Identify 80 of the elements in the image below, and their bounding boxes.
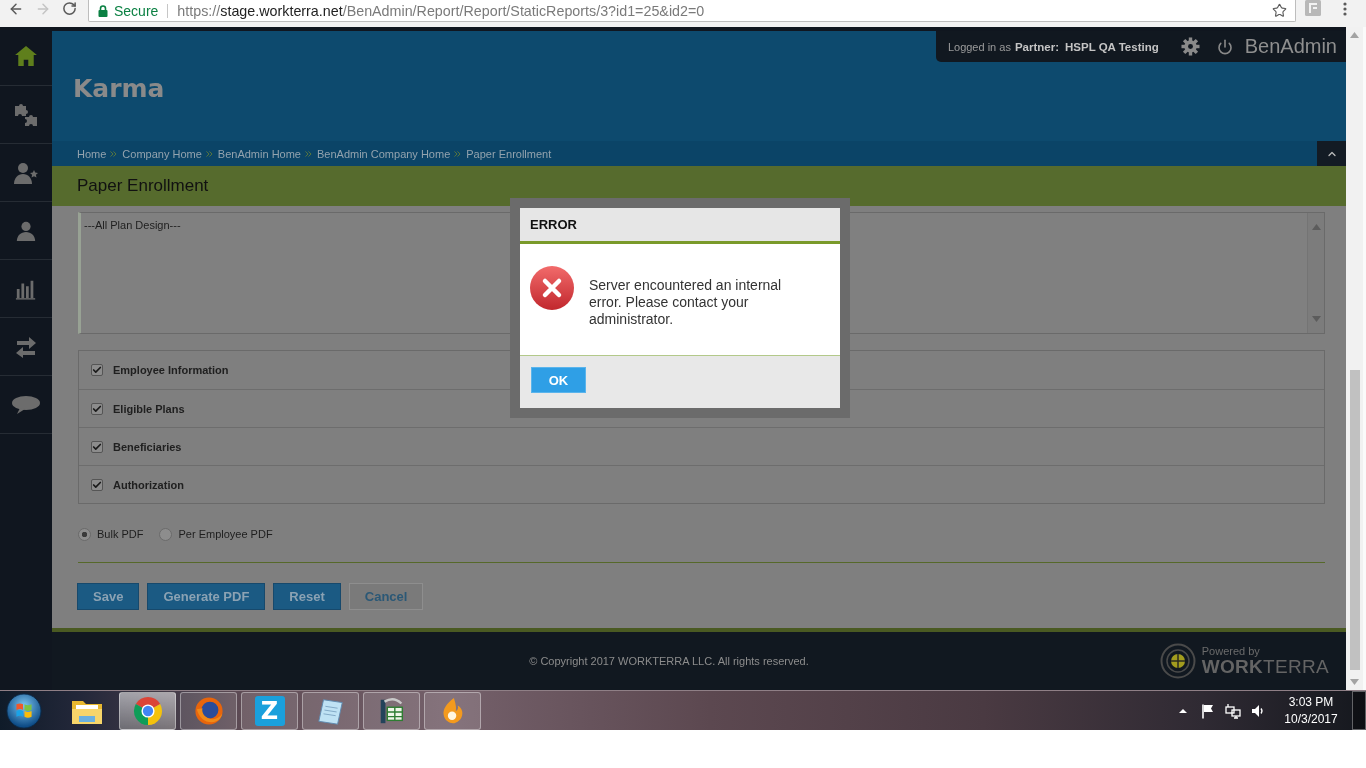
powered-by-label: Powered by	[1201, 646, 1261, 657]
reload-button[interactable]	[62, 1, 78, 17]
puzzle-icon	[13, 102, 39, 127]
scroll-up-icon	[1350, 32, 1359, 38]
speech-bubble-icon	[11, 394, 41, 415]
back-arrow-icon	[8, 1, 24, 17]
checkbox[interactable]	[91, 364, 103, 376]
login-prefix: Logged in as	[947, 40, 1011, 53]
start-button[interactable]	[4, 691, 44, 730]
double-chevron-icon	[205, 151, 213, 157]
breadcrumb-link[interactable]: Paper Enrollment	[466, 147, 552, 160]
page-title: Paper Enrollment	[77, 176, 209, 196]
brand-wordmark: WORKTERRA	[1201, 657, 1329, 676]
scroll-down-icon	[1311, 316, 1321, 322]
list-option[interactable]: ---All Plan Design---	[84, 219, 181, 231]
ok-button[interactable]: OK	[531, 367, 586, 393]
dialog-title: ERROR	[530, 217, 577, 232]
flag-icon[interactable]	[1200, 702, 1216, 719]
radio-label: Per Employee PDF	[178, 528, 273, 540]
taskbar-button[interactable]: Z	[241, 691, 298, 730]
swap-arrows-icon	[14, 335, 38, 358]
list-scrollbar[interactable]	[1307, 213, 1324, 333]
site-logo: Karma	[73, 73, 165, 105]
error-icon	[530, 266, 574, 310]
checkbox[interactable]	[91, 440, 103, 453]
section-label: Authorization	[113, 478, 184, 491]
target-ring-logo-icon	[1159, 643, 1196, 679]
checkbox[interactable]	[91, 478, 103, 491]
taskbar-button[interactable]	[119, 691, 176, 730]
fox-globe-icon	[193, 695, 224, 726]
checkbox[interactable]	[91, 402, 103, 415]
action-button[interactable]: Generate PDF	[147, 583, 266, 610]
user-name: HSPL QA Testing	[1065, 40, 1159, 53]
back-button[interactable]	[8, 1, 24, 17]
power-icon[interactable]	[1216, 38, 1233, 55]
url-text: https://stage.workterra.net/BenAdmin/Report/Report/StaticReports/3?id1=25&id2=0	[177, 2, 705, 19]
bookmark-star-icon[interactable]	[1272, 3, 1287, 18]
lock-icon	[98, 4, 108, 17]
color-wheel-icon	[132, 695, 163, 726]
double-chevron-icon	[110, 151, 118, 157]
action-button[interactable]: Reset	[273, 583, 341, 610]
double-chevron-icon	[305, 151, 312, 157]
double-chevron-icon	[454, 151, 462, 157]
breadcrumb-link[interactable]: Home	[77, 147, 107, 160]
settings-icon[interactable]	[1180, 37, 1200, 56]
user-role: Partner:	[1014, 40, 1059, 53]
forward-arrow-icon	[35, 1, 51, 17]
checkmark-icon	[92, 479, 102, 490]
checkmark-icon	[92, 441, 102, 452]
copyright-text: © Copyright 2017 WORKTERRA LLC. All rights reserved.	[529, 655, 809, 667]
reload-icon	[62, 1, 77, 16]
radio-button[interactable]	[78, 527, 91, 541]
dialog-message: Server encountered an internal error. Please contact your administrator.	[589, 277, 783, 328]
scroll-up-icon	[1311, 224, 1321, 230]
radio-label: Bulk PDF	[97, 528, 144, 540]
radio-button[interactable]	[159, 527, 173, 541]
section-label: Beneficiaries	[113, 440, 182, 453]
scrollbar-thumb[interactable]	[1349, 370, 1360, 670]
breadcrumb-link[interactable]: BenAdmin Home	[217, 147, 301, 160]
start-orb-icon	[6, 692, 42, 729]
breadcrumb-link[interactable]: BenAdmin Company Home	[317, 147, 451, 160]
home-icon	[15, 46, 37, 66]
section-label: Eligible Plans	[113, 402, 185, 415]
taskbar-button[interactable]	[363, 691, 420, 730]
user-star-icon	[13, 160, 39, 185]
network-icon[interactable]	[1225, 702, 1241, 719]
checkmark-icon	[92, 403, 102, 414]
section-label: Employee Information	[113, 364, 229, 376]
page-scrollbar[interactable]	[1346, 27, 1363, 690]
menu-dots-icon[interactable]	[1343, 2, 1347, 16]
secure-label: Secure	[114, 2, 159, 19]
scroll-down-icon	[1350, 679, 1359, 685]
app-name: BenAdmin	[1244, 35, 1337, 58]
clock[interactable]: 3:03 PM 10/3/2017	[1280, 693, 1342, 728]
address-bar[interactable]: Secure https://stage.workterra.net/BenAdmin/Report/Report/StaticReports/3?id1=25&id2=0	[88, 0, 1296, 22]
action-button[interactable]: Save	[77, 583, 140, 610]
checkmark-icon	[92, 365, 102, 375]
user-icon	[15, 219, 37, 242]
show-desktop-button[interactable]	[1352, 691, 1366, 730]
breadcrumb-link[interactable]: Company Home	[122, 147, 202, 160]
